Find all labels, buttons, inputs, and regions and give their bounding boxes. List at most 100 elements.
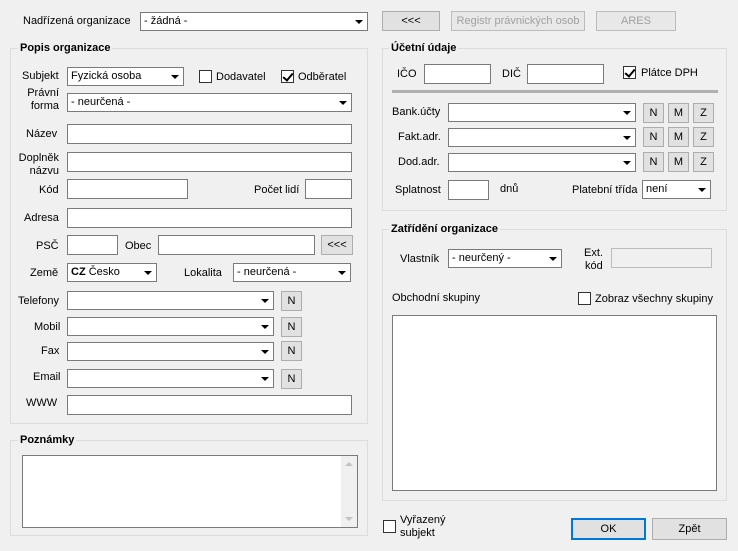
psc-label: PSČ — [36, 240, 59, 252]
chevron-down-icon[interactable] — [257, 292, 273, 309]
obec-lookup-button[interactable]: <<< — [321, 235, 353, 255]
telefony-new-button[interactable]: N — [281, 291, 302, 311]
fakt-new-button[interactable]: N — [643, 127, 664, 147]
dnu-label: dnů — [500, 183, 519, 195]
platce-dph-label: Plátce DPH — [641, 67, 698, 79]
dod-adr-combo[interactable] — [448, 153, 636, 172]
zobraz-vsechny-label: Zobraz všechny skupiny — [595, 293, 713, 305]
parent-org-value: - žádná - — [144, 15, 188, 27]
bank-z-button[interactable]: Z — [693, 103, 714, 123]
chevron-down-icon[interactable] — [140, 264, 156, 281]
doplnek-label-2: názvu — [29, 165, 59, 177]
bank-new-button[interactable]: N — [643, 103, 664, 123]
obec-input[interactable] — [158, 235, 315, 255]
www-label: WWW — [26, 397, 58, 409]
zeme-code: CZ — [71, 266, 86, 278]
obchodni-skupiny-label: Obchodní skupiny — [392, 292, 481, 304]
dic-input[interactable] — [527, 64, 604, 84]
dod-new-button[interactable]: N — [643, 152, 664, 172]
lokalita-combo[interactable]: - neurčená - — [233, 263, 351, 282]
email-combo[interactable] — [67, 369, 274, 388]
parent-org-back-button[interactable]: <<< — [382, 11, 440, 31]
dod-z-button[interactable]: Z — [693, 152, 714, 172]
vyrazeny-label-2: subjekt — [400, 527, 435, 539]
obchodni-skupiny-list[interactable] — [392, 315, 717, 491]
adresa-input[interactable] — [67, 208, 352, 228]
psc-input[interactable] — [67, 235, 118, 255]
chevron-down-icon[interactable] — [619, 154, 635, 171]
poznamky-textarea[interactable] — [22, 455, 358, 528]
zpet-button[interactable]: Zpět — [652, 518, 727, 540]
ico-input[interactable] — [424, 64, 491, 84]
fakt-adr-combo[interactable] — [448, 128, 636, 147]
business-registry-button[interactable]: Registr právnických osob — [451, 11, 585, 31]
nazev-input[interactable] — [67, 124, 352, 144]
poznamky-title: Poznámky — [18, 434, 77, 447]
subjekt-label: Subjekt — [22, 70, 59, 82]
ucetni-udaje-title: Účetní údaje — [389, 42, 459, 55]
subjekt-value: Fyzická osoba — [71, 70, 142, 82]
subjekt-combo[interactable]: Fyzická osoba — [67, 67, 184, 86]
chevron-down-icon[interactable] — [257, 370, 273, 387]
kod-input[interactable] — [67, 179, 188, 199]
dodavatel-checkbox[interactable] — [199, 70, 212, 83]
bank-modify-button[interactable]: M — [668, 103, 689, 123]
platebni-trida-label: Platební třída — [572, 184, 638, 196]
chevron-down-icon[interactable] — [619, 129, 635, 146]
odberatel-label: Odběratel — [298, 71, 347, 83]
poznamky-scrollbar[interactable] — [341, 456, 357, 527]
lokalita-value: - neurčená - — [237, 266, 297, 278]
zobraz-vsechny-checkbox[interactable] — [578, 292, 591, 305]
parent-org-combo[interactable]: - žádná - — [140, 12, 368, 31]
vyrazeny-subjekt-checkbox[interactable] — [383, 520, 396, 533]
zeme-combo[interactable]: CZ Česko — [67, 263, 157, 282]
chevron-down-icon[interactable] — [351, 13, 367, 30]
chevron-down-icon[interactable] — [335, 94, 351, 111]
pravni-forma-combo[interactable]: - neurčená - — [67, 93, 352, 112]
dod-modify-button[interactable]: M — [668, 152, 689, 172]
chevron-down-icon[interactable] — [334, 264, 350, 281]
fakt-adr-label: Fakt.adr. — [398, 131, 441, 143]
www-input[interactable] — [67, 395, 352, 415]
ok-button[interactable]: OK — [571, 518, 646, 540]
fax-combo[interactable] — [67, 342, 274, 361]
ext-kod-input[interactable] — [611, 248, 712, 268]
dodavatel-label: Dodavatel — [216, 71, 266, 83]
vlastnik-label: Vlastník — [400, 253, 440, 265]
zeme-label: Země — [30, 267, 59, 279]
platebni-trida-combo[interactable]: není — [642, 180, 711, 199]
bank-ucty-label: Bank.účty — [392, 106, 441, 118]
fax-new-button[interactable]: N — [281, 341, 302, 361]
chevron-down-icon[interactable] — [257, 343, 273, 360]
ico-label: IČO — [397, 68, 417, 80]
nazev-label: Název — [26, 128, 58, 140]
dod-adr-label: Dod.adr. — [398, 156, 440, 168]
ares-button[interactable]: ARES — [596, 11, 676, 31]
scroll-down-icon[interactable] — [345, 517, 353, 521]
bank-ucty-combo[interactable] — [448, 103, 636, 122]
splatnost-input[interactable] — [448, 180, 489, 200]
platce-dph-checkbox[interactable] — [623, 66, 636, 79]
dic-label: DIČ — [502, 68, 521, 80]
fakt-z-button[interactable]: Z — [693, 127, 714, 147]
email-new-button[interactable]: N — [281, 369, 302, 389]
ucetni-divider — [392, 90, 718, 93]
chevron-down-icon[interactable] — [257, 318, 273, 335]
mobil-combo[interactable] — [67, 317, 274, 336]
mobil-new-button[interactable]: N — [281, 317, 302, 337]
telefony-combo[interactable] — [67, 291, 274, 310]
scroll-up-icon[interactable] — [345, 462, 353, 466]
pravni-forma-label-1: Právní — [27, 87, 59, 99]
doplnek-nazvu-input[interactable] — [67, 152, 352, 172]
chevron-down-icon[interactable] — [167, 68, 183, 85]
vlastnik-combo[interactable]: - neurčený - — [448, 249, 562, 268]
pocet-lidi-input[interactable] — [305, 179, 352, 199]
chevron-down-icon[interactable] — [545, 250, 561, 267]
chevron-down-icon[interactable] — [694, 181, 710, 198]
odberatel-checkbox[interactable] — [281, 70, 294, 83]
email-label: Email — [33, 371, 61, 383]
chevron-down-icon[interactable] — [619, 104, 635, 121]
fakt-modify-button[interactable]: M — [668, 127, 689, 147]
platebni-trida-value: není — [646, 183, 668, 195]
doplnek-label-1: Doplněk — [18, 152, 59, 164]
